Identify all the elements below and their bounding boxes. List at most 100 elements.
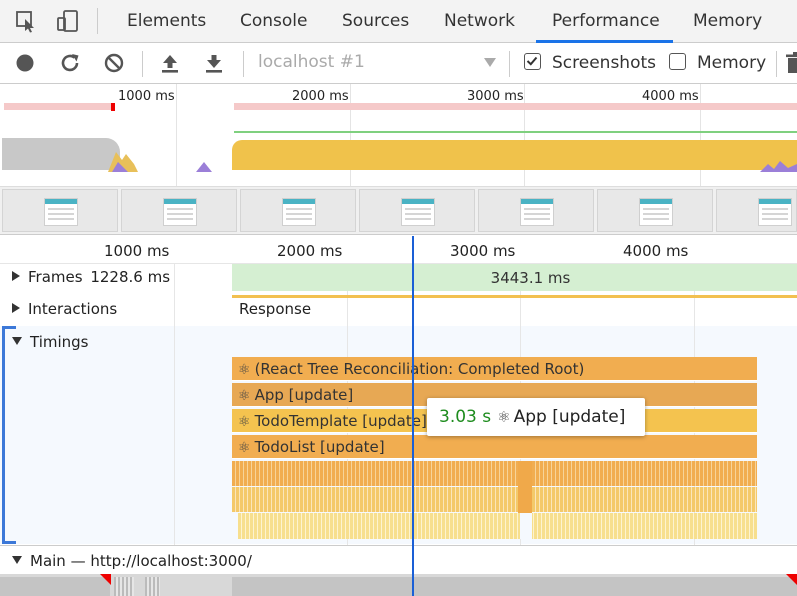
cpu-overview-scripting-peak (108, 152, 138, 172)
cpu-overview-rendering-blip (196, 162, 212, 172)
main-thread-tasks[interactable] (0, 574, 797, 596)
collapse-arrow-icon (12, 556, 22, 564)
frames-track-label: Frames (28, 268, 83, 286)
filmstrip-frame[interactable] (359, 189, 475, 232)
tabbar-separator (97, 8, 98, 34)
memory-label[interactable]: Memory (697, 53, 766, 73)
timings-selection-border (2, 541, 16, 544)
expand-arrow-icon (12, 271, 20, 281)
timing-nested-entry-highlight[interactable] (518, 461, 532, 513)
profile-select-value: localhost #1 (258, 52, 365, 72)
timing-nested-gap (520, 513, 532, 539)
record-icon[interactable] (13, 51, 37, 75)
fps-warning-marker (111, 103, 115, 111)
filmstrip-frame[interactable] (240, 189, 356, 232)
timings-track-label: Timings (30, 333, 89, 351)
tab-network[interactable]: Network (444, 11, 515, 31)
react-atom-icon: ⚛ (238, 388, 251, 404)
timeline-gridline (174, 236, 175, 596)
react-atom-icon: ⚛ (497, 408, 511, 426)
load-profile-icon[interactable] (158, 51, 182, 75)
memory-checkbox[interactable] (669, 53, 686, 70)
performance-toolbar: localhost #1 Screenshots Memory (0, 43, 797, 84)
filmstrip-frame[interactable] (121, 189, 237, 232)
checkmark-icon (526, 56, 538, 66)
tab-performance[interactable]: Performance (552, 11, 660, 31)
reload-record-icon[interactable] (58, 51, 82, 75)
long-task-warning-icon (786, 574, 797, 585)
timing-nested-entries[interactable] (232, 487, 757, 512)
toolbar-separator (509, 51, 510, 77)
react-atom-icon: ⚛ (238, 362, 251, 378)
timing-entry-reconciliation[interactable]: ⚛ (React Tree Reconciliation: Completed R… (232, 357, 757, 381)
timings-selection-border (2, 326, 16, 329)
main-task[interactable] (232, 577, 797, 596)
overview-gridline (700, 84, 701, 186)
timings-selection-border (2, 326, 5, 544)
tooltip-time: 3.03 s (439, 407, 492, 427)
cpu-overview-idle-area (2, 138, 120, 170)
ruler-tick-label: 2000 ms (277, 242, 343, 260)
ruler-tick-label: 1000 ms (104, 242, 170, 260)
interactions-track-header[interactable]: Interactions (12, 300, 117, 318)
overview-gridline (350, 84, 351, 186)
main-task[interactable] (114, 577, 134, 596)
clear-icon[interactable] (102, 51, 126, 75)
cpu-overview-scripting-area (232, 140, 797, 170)
screenshots-checkbox[interactable] (524, 53, 541, 70)
toolbar-separator (776, 51, 777, 77)
screenshots-filmstrip (0, 187, 797, 235)
toolbar-separator (243, 51, 244, 77)
tooltip-label: App [update] (513, 407, 626, 427)
tab-sources[interactable]: Sources (342, 11, 409, 31)
timings-track-header[interactable]: Timings (12, 333, 89, 351)
ruler-tick-label: 4000 ms (623, 242, 689, 260)
filmstrip-frame[interactable] (2, 189, 118, 232)
collapse-arrow-icon (12, 337, 22, 345)
interactions-response-bar[interactable] (232, 295, 797, 298)
overview-gridline (176, 84, 177, 186)
overview-tick-label: 3000 ms (467, 89, 524, 104)
trash-icon[interactable] (784, 51, 797, 75)
main-track-header[interactable]: Main — http://localhost:3000/ (12, 552, 252, 570)
device-toolbar-icon[interactable] (56, 9, 80, 33)
tab-memory[interactable]: Memory (693, 11, 762, 31)
main-track-label: Main — http://localhost:3000/ (30, 552, 252, 570)
filmstrip-frame[interactable] (716, 189, 797, 232)
interactions-response-label: Response (239, 300, 312, 318)
screenshots-label[interactable]: Screenshots (552, 53, 656, 73)
frames-track-header[interactable]: Frames 1228.6 ms (12, 268, 170, 286)
fps-overview-bar (4, 103, 112, 110)
devtools-tabbar: Elements Console Sources Network Perform… (0, 0, 797, 43)
fps-overview-bar (234, 103, 797, 110)
filmstrip-frame[interactable] (478, 189, 594, 232)
profile-select[interactable]: localhost #1 (258, 52, 498, 76)
react-atom-icon: ⚛ (238, 440, 251, 456)
inspect-element-icon[interactable] (14, 9, 38, 33)
main-task[interactable] (0, 577, 110, 596)
tab-console[interactable]: Console (240, 11, 308, 31)
timeline-overview[interactable]: 1000 ms 2000 ms 3000 ms 4000 ms (0, 84, 797, 187)
timeline-cursor-line (412, 236, 414, 596)
main-thread-track[interactable]: Main — http://localhost:3000/ (0, 546, 797, 574)
toolbar-separator (142, 51, 143, 77)
overview-tick-label: 1000 ms (118, 89, 175, 104)
overview-tick-label: 4000 ms (642, 89, 699, 104)
tab-elements[interactable]: Elements (127, 11, 206, 31)
filmstrip-frame[interactable] (597, 189, 713, 232)
network-overview-line (234, 131, 797, 133)
timeline-ruler: 1000 ms 2000 ms 3000 ms 4000 ms (0, 236, 797, 264)
timing-tooltip: 3.03 s ⚛ App [update] (427, 398, 645, 436)
ruler-tick-label: 3000 ms (450, 242, 516, 260)
expand-arrow-icon (12, 303, 20, 313)
chevron-down-icon (484, 58, 496, 67)
timing-nested-entries[interactable] (238, 513, 757, 539)
cpu-overview-rendering-tail (760, 161, 797, 172)
main-task[interactable] (145, 577, 160, 596)
timing-nested-entries[interactable] (232, 461, 757, 486)
frames-track-value: 1228.6 ms (90, 268, 171, 286)
overview-gridline (524, 84, 525, 186)
overview-tick-label: 2000 ms (292, 89, 349, 104)
timing-entry-todolist-update[interactable]: ⚛ TodoList [update] (232, 435, 757, 459)
save-profile-icon[interactable] (202, 51, 226, 75)
